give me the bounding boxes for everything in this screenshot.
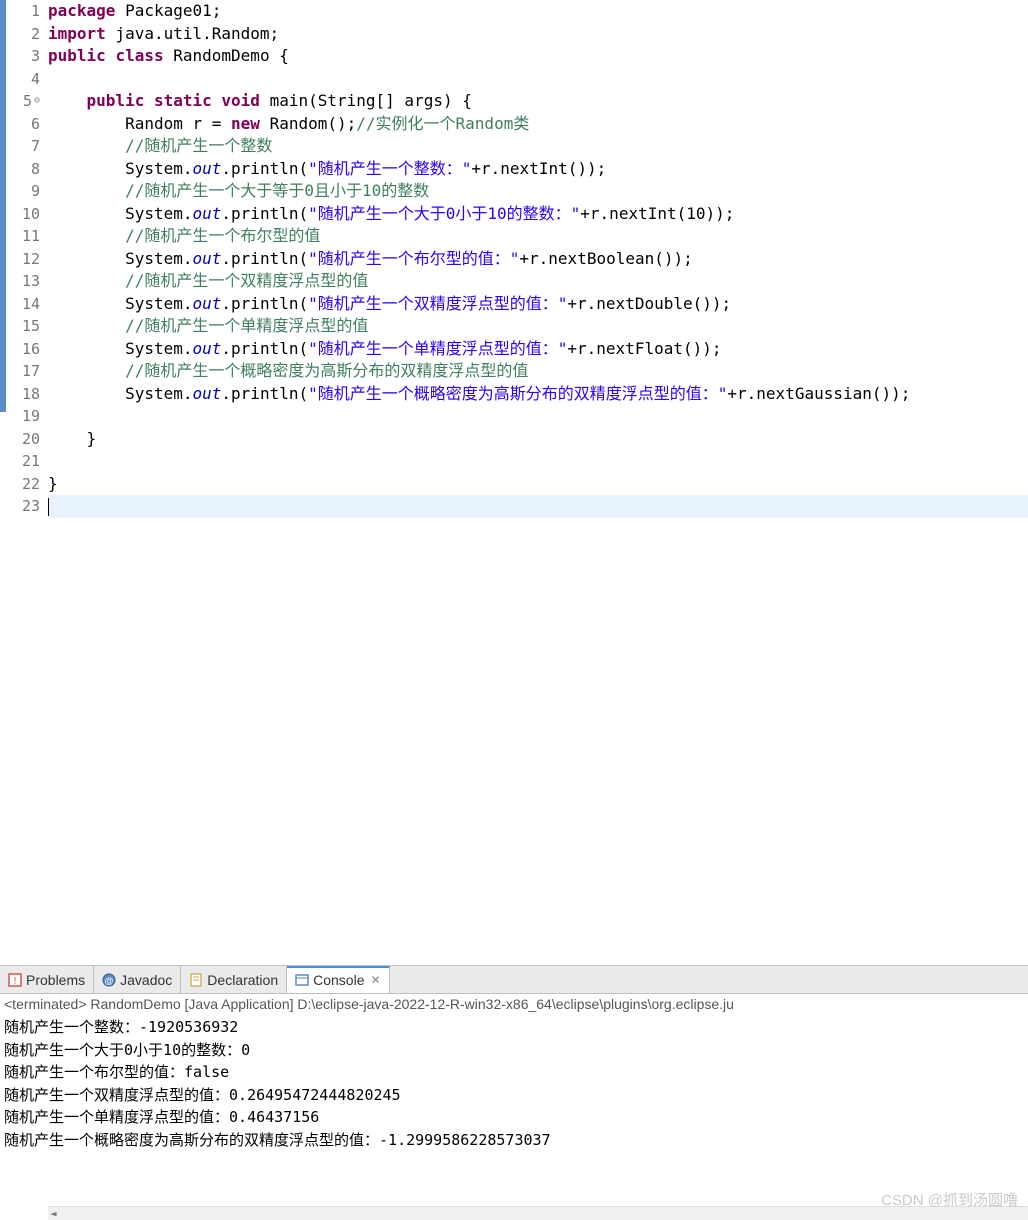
code-line[interactable]: package Package01; (48, 0, 1028, 23)
close-icon[interactable]: ✕ (371, 973, 381, 987)
console-line: 随机产生一个布尔型的值：false (4, 1061, 1024, 1084)
tab-problems[interactable]: ! Problems (0, 966, 94, 993)
code-line[interactable] (48, 495, 1028, 518)
code-line[interactable] (48, 68, 1028, 91)
line-number: 23 (6, 495, 40, 518)
line-number: 22 (6, 473, 40, 496)
console-line: 随机产生一个大于0小于10的整数：0 (4, 1039, 1024, 1062)
tab-label: Javadoc (120, 972, 172, 988)
console-line: 随机产生一个双精度浮点型的值：0.26495472444820245 (4, 1084, 1024, 1107)
console-icon (295, 973, 309, 987)
problems-icon: ! (8, 973, 22, 987)
line-number: 5⊖ (6, 90, 40, 113)
code-line[interactable]: System.out.println("随机产生一个布尔型的值："+r.next… (48, 248, 1028, 271)
line-number: 9 (6, 180, 40, 203)
line-number: 3 (6, 45, 40, 68)
watermark: CSDN @抓到汤圆噜 (881, 1189, 1018, 1210)
line-number: 10 (6, 203, 40, 226)
bottom-panel: ! Problems @ Javadoc Declaration Console… (0, 965, 1028, 1153)
code-line[interactable]: //随机产生一个概略密度为高斯分布的双精度浮点型的值 (48, 360, 1028, 383)
line-number: 11 (6, 225, 40, 248)
code-line[interactable]: System.out.println("随机产生一个概略密度为高斯分布的双精度浮… (48, 383, 1028, 406)
code-line[interactable] (48, 450, 1028, 473)
view-tab-bar: ! Problems @ Javadoc Declaration Console… (0, 966, 1028, 994)
console-line: 随机产生一个单精度浮点型的值：0.46437156 (4, 1106, 1024, 1129)
line-number: 7 (6, 135, 40, 158)
code-line[interactable]: System.out.println("随机产生一个单精度浮点型的值："+r.n… (48, 338, 1028, 361)
code-line[interactable] (48, 405, 1028, 428)
tab-label: Problems (26, 972, 85, 988)
tab-console[interactable]: Console ✕ (287, 966, 389, 993)
console-output[interactable]: 随机产生一个整数：-1920536932随机产生一个大于0小于10的整数：0随机… (0, 1014, 1028, 1153)
line-number: 20 (6, 428, 40, 451)
tab-declaration[interactable]: Declaration (181, 966, 287, 993)
line-number: 12 (6, 248, 40, 271)
line-number: 17 (6, 360, 40, 383)
line-number: 4 (6, 68, 40, 91)
line-number: 18 (6, 383, 40, 406)
line-number: 2 (6, 23, 40, 46)
console-process-header: <terminated> RandomDemo [Java Applicatio… (0, 994, 1028, 1014)
tab-label: Declaration (207, 972, 278, 988)
line-number: 16 (6, 338, 40, 361)
line-number: 6 (6, 113, 40, 136)
code-line[interactable]: System.out.println("随机产生一个双精度浮点型的值："+r.n… (48, 293, 1028, 316)
code-line[interactable]: public class RandomDemo { (48, 45, 1028, 68)
line-number: 13 (6, 270, 40, 293)
code-line[interactable]: //随机产生一个整数 (48, 135, 1028, 158)
line-number: 21 (6, 450, 40, 473)
line-number: 19 (6, 405, 40, 428)
console-line: 随机产生一个概略密度为高斯分布的双精度浮点型的值：-1.299958622857… (4, 1129, 1024, 1152)
code-text-area[interactable]: package Package01;import java.util.Rando… (44, 0, 1028, 965)
line-number: 14 (6, 293, 40, 316)
code-line[interactable]: //随机产生一个布尔型的值 (48, 225, 1028, 248)
declaration-icon (189, 973, 203, 987)
code-line[interactable]: //随机产生一个单精度浮点型的值 (48, 315, 1028, 338)
tab-javadoc[interactable]: @ Javadoc (94, 966, 181, 993)
console-line: 随机产生一个整数：-1920536932 (4, 1016, 1024, 1039)
code-line[interactable]: public static void main(String[] args) { (48, 90, 1028, 113)
tab-label: Console (313, 972, 364, 988)
svg-text:@: @ (105, 976, 114, 986)
svg-text:!: ! (14, 976, 17, 987)
code-line[interactable]: System.out.println("随机产生一个大于0小于10的整数："+r… (48, 203, 1028, 226)
code-line[interactable]: } (48, 473, 1028, 496)
javadoc-icon: @ (102, 973, 116, 987)
code-editor[interactable]: 12345⊖67891011121314151617181920212223 p… (0, 0, 1028, 965)
line-number: 1 (6, 0, 40, 23)
scroll-left-arrow[interactable]: ◄ (48, 1207, 58, 1219)
code-line[interactable]: import java.util.Random; (48, 23, 1028, 46)
code-line[interactable]: //随机产生一个双精度浮点型的值 (48, 270, 1028, 293)
line-number-gutter: 12345⊖67891011121314151617181920212223 (6, 0, 44, 965)
code-line[interactable]: Random r = new Random();//实例化一个Random类 (48, 113, 1028, 136)
line-number: 15 (6, 315, 40, 338)
code-line[interactable]: System.out.println("随机产生一个整数："+r.nextInt… (48, 158, 1028, 181)
code-line[interactable]: } (48, 428, 1028, 451)
code-line[interactable]: //随机产生一个大于等于0且小于10的整数 (48, 180, 1028, 203)
line-number: 8 (6, 158, 40, 181)
